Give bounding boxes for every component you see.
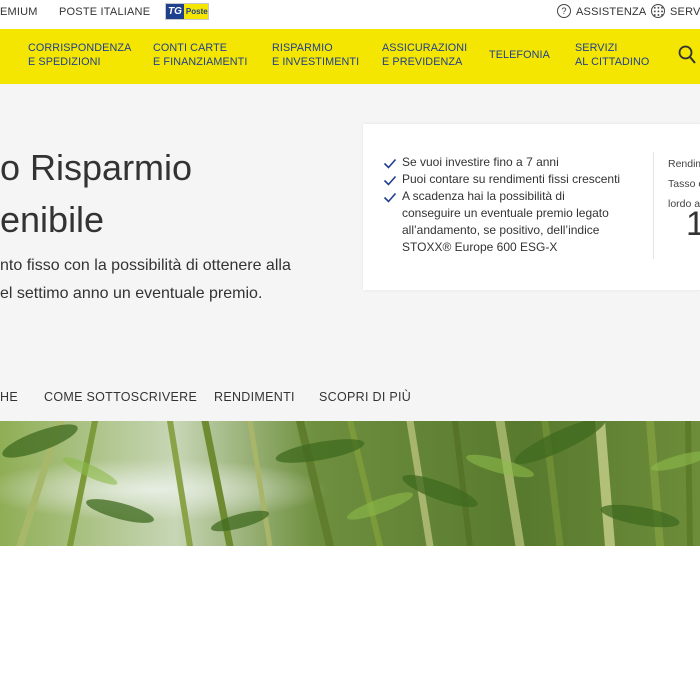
- tab-rendimenti[interactable]: RENDIMENTI: [214, 390, 295, 404]
- top-bar: EMIUM POSTE ITALIANE TG Poste ? ASSISTEN…: [0, 0, 700, 26]
- rendimento-label: Rendim: [668, 158, 700, 170]
- tg-logo-word: Poste: [185, 7, 208, 16]
- nav-item-corrispondenza[interactable]: CORRISPONDENZA E SPEDIZIONI: [28, 41, 131, 69]
- card-divider: [653, 152, 654, 259]
- check-icon: [383, 192, 397, 203]
- hero-lead-line2: el settimo anno un eventuale premio.: [0, 285, 263, 302]
- nav-item-label-line1: RISPARMIO: [272, 42, 333, 54]
- hero-lead-line1: nto fisso con la possibilità di ottenere…: [0, 257, 291, 274]
- highlight-item: A scadenza hai la possibilità di consegu…: [383, 188, 620, 256]
- highlight-item: Puoi contare su rendimenti fissi crescen…: [383, 171, 620, 188]
- premium-link[interactable]: EMIUM: [0, 6, 38, 18]
- assistenza-link[interactable]: ASSISTENZA: [576, 6, 646, 18]
- page-title: o Risparmio enibile: [0, 142, 192, 246]
- nav-item-label-line1: TELEFONIA: [489, 49, 550, 61]
- tab-scopri-di-piu[interactable]: SCOPRI DI PIÙ: [319, 390, 411, 404]
- poste-italiane-link[interactable]: POSTE ITALIANE: [59, 6, 150, 18]
- highlight-text: Puoi contare su rendimenti fissi crescen…: [402, 172, 621, 186]
- nav-item-conti-carte[interactable]: CONTI CARTE E FINANZIAMENTI: [153, 41, 247, 69]
- tab-come-sottoscrivere[interactable]: COME SOTTOSCRIVERE: [44, 390, 197, 404]
- question-circle-icon[interactable]: ?: [557, 4, 571, 18]
- nav-item-label-line1: CORRISPONDENZA: [28, 42, 132, 54]
- highlight-item: Se vuoi investire fino a 7 anni: [383, 154, 620, 171]
- nav-item-label-line2: E INVESTIMENTI: [272, 56, 360, 68]
- nav-item-assicurazioni[interactable]: ASSICURAZIONI E PREVIDENZA: [382, 41, 467, 69]
- search-icon[interactable]: [678, 45, 696, 65]
- highlight-text: A scadenza hai la possibilità di: [402, 189, 565, 203]
- check-icon: [383, 175, 397, 186]
- product-highlights-card: Se vuoi investire fino a 7 anni Puoi con…: [363, 124, 700, 290]
- tab-caratteristiche[interactable]: HE: [0, 390, 18, 404]
- nav-item-label-line2: AL CITTADINO: [575, 56, 650, 68]
- highlight-text: Se vuoi investire fino a 7 anni: [402, 155, 559, 169]
- servizi-link[interactable]: SERVI: [670, 6, 700, 18]
- tg-logo-mark: TG: [166, 4, 184, 19]
- nav-item-label-line1: CONTI CARTE: [153, 42, 228, 54]
- page-title-line1: o Risparmio: [0, 147, 193, 188]
- nav-item-label-line2: E FINANZIAMENTI: [153, 56, 248, 68]
- bamboo-banner-image: [0, 421, 700, 546]
- nav-item-servizi-cittadino[interactable]: SERVIZI AL CITTADINO: [575, 41, 649, 69]
- nav-item-label-line2: E PREVIDENZA: [382, 56, 463, 68]
- nav-item-label-line1: SERVIZI: [575, 42, 618, 54]
- grid-circle-icon[interactable]: [651, 4, 665, 18]
- nav-item-label-line2: E SPEDIZIONI: [28, 56, 101, 68]
- highlight-text: conseguire un eventuale premio legato: [402, 206, 609, 220]
- check-icon: [383, 158, 397, 169]
- nav-item-telefonia[interactable]: TELEFONIA: [489, 48, 550, 62]
- highlight-text: STOXX® Europe 600 ESG-X: [402, 240, 558, 254]
- nav-item-label-line1: ASSICURAZIONI: [382, 42, 468, 54]
- highlight-text: all’andamento, se positivo, dell’indice: [402, 223, 600, 237]
- nav-item-risparmio[interactable]: RISPARMIO E INVESTIMENTI: [272, 41, 359, 69]
- bamboo-forest-illustration: [0, 421, 700, 546]
- rendimento-value: 1: [686, 205, 700, 243]
- hero-lead-text: nto fisso con la possibilità di ottenere…: [0, 252, 291, 308]
- page-title-line2: enibile: [0, 199, 105, 240]
- tasso-label: Tasso e: [668, 178, 700, 190]
- hero-section: o Risparmio enibile nto fisso con la pos…: [0, 84, 700, 421]
- highlights-list: Se vuoi investire fino a 7 anni Puoi con…: [383, 154, 620, 256]
- main-nav: CORRISPONDENZA E SPEDIZIONI CONTI CARTE …: [0, 29, 700, 84]
- tg-poste-logo[interactable]: TG Poste: [165, 3, 209, 20]
